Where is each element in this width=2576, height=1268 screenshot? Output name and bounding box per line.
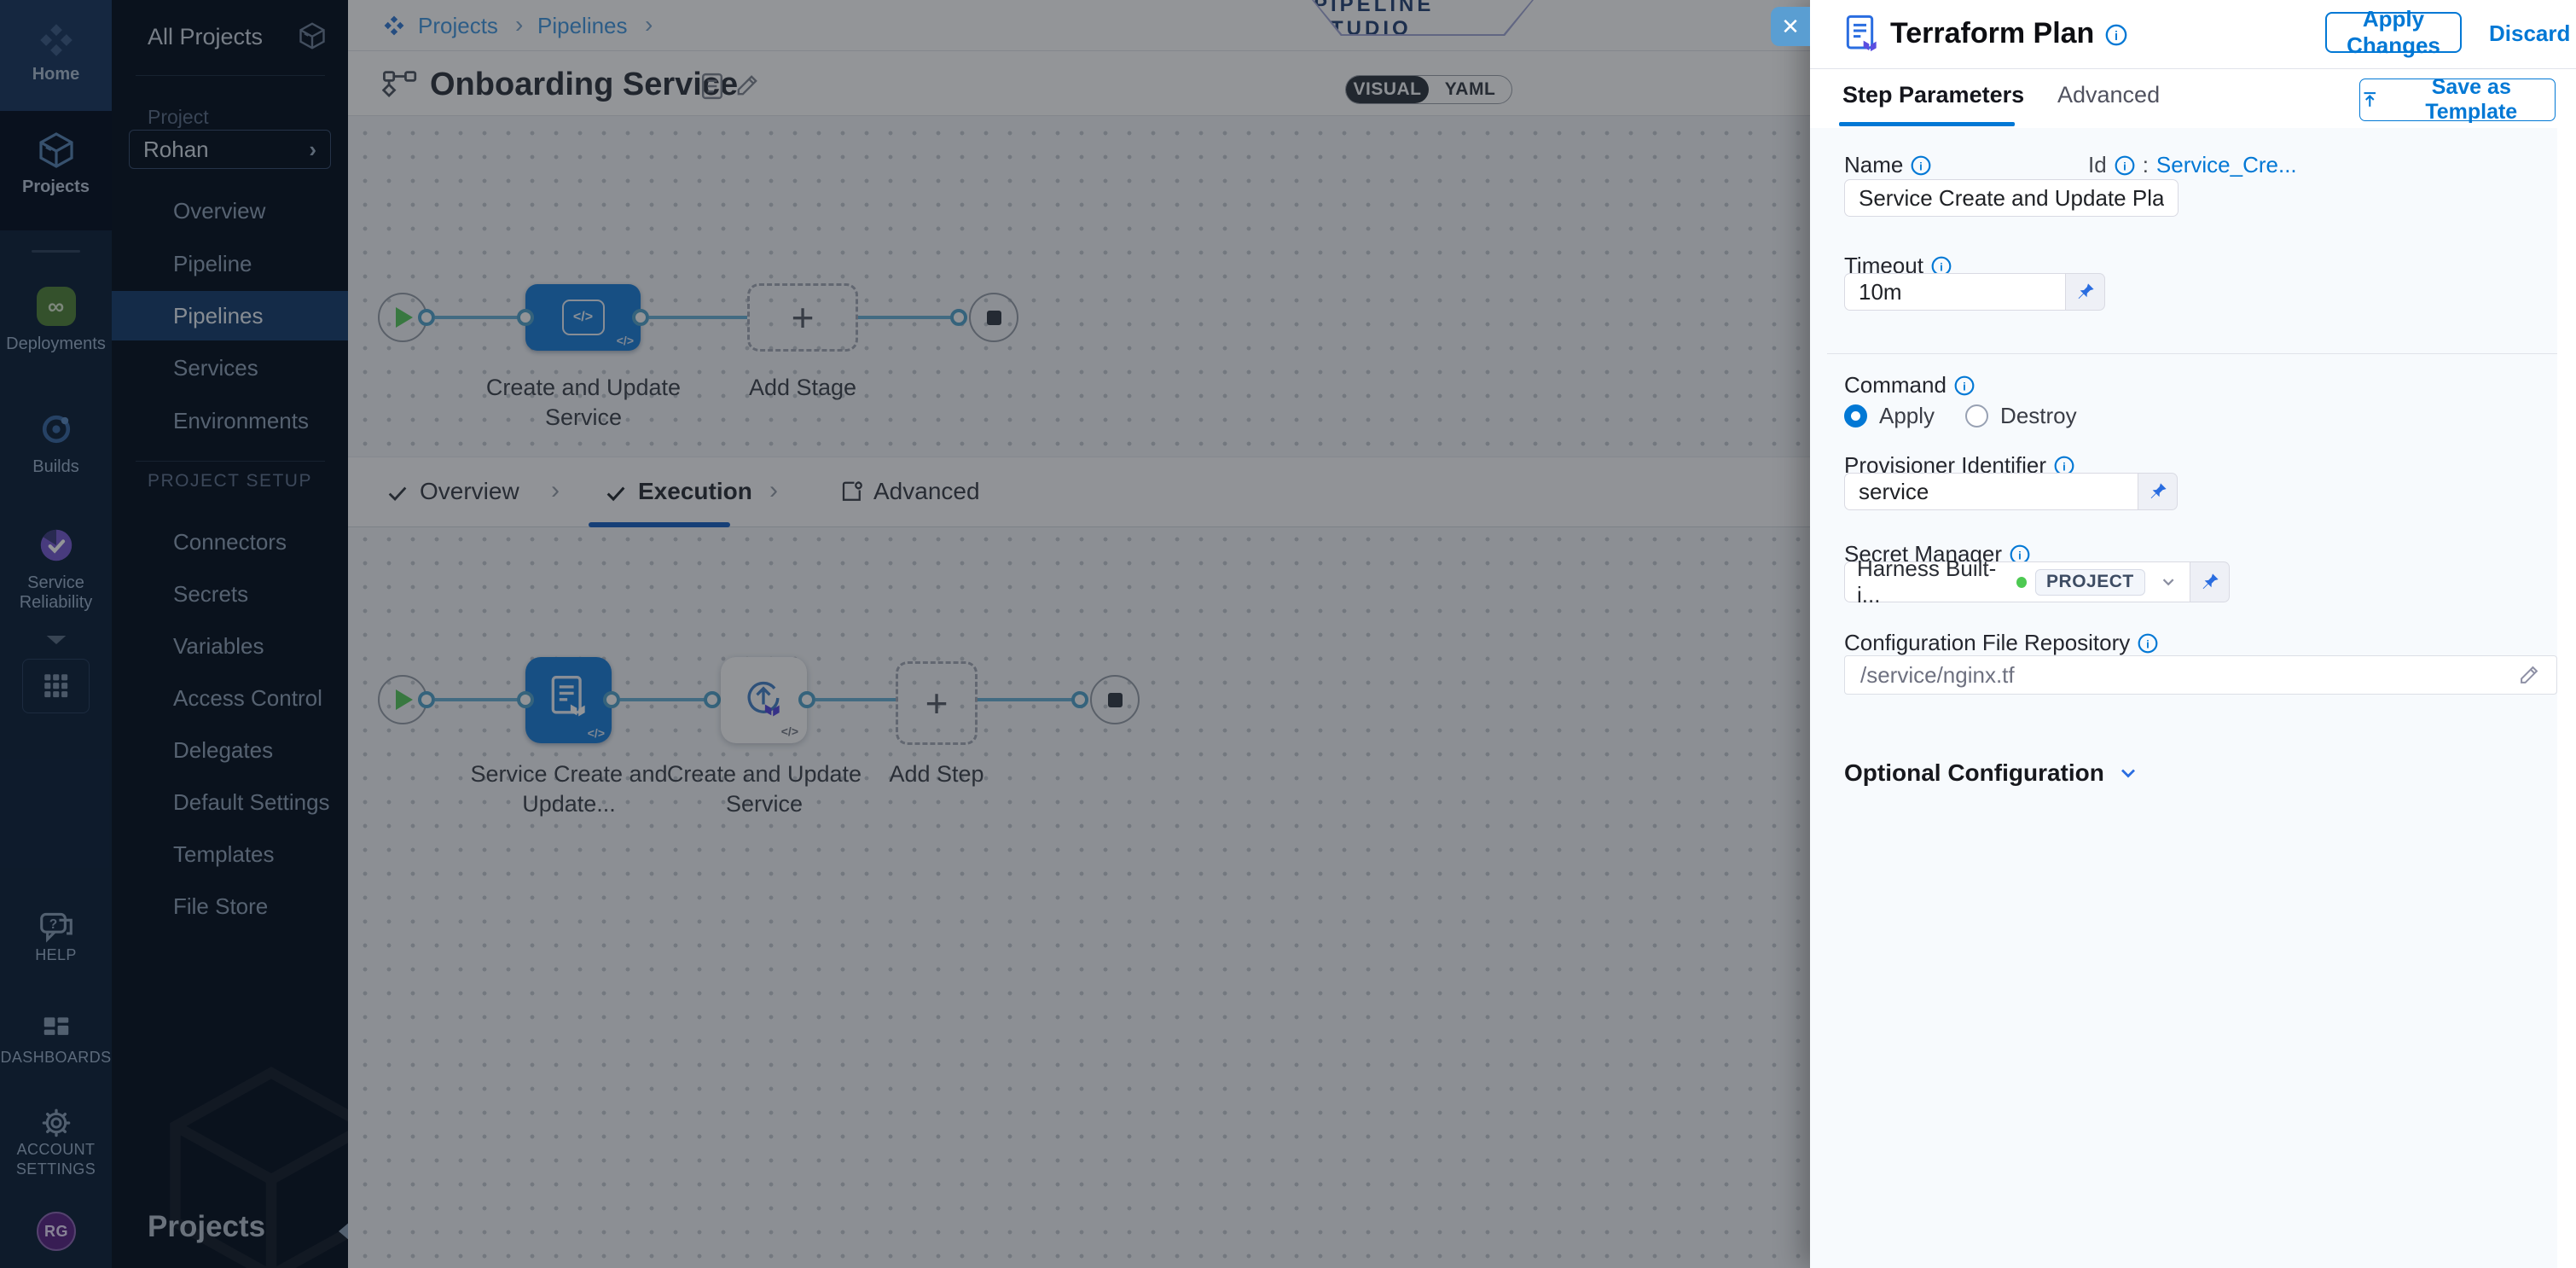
svg-text:i: i xyxy=(2115,30,2118,44)
upload-icon xyxy=(2360,90,2380,110)
svg-text:i: i xyxy=(1920,160,1923,172)
scroll-gutter[interactable] xyxy=(2557,128,2576,1268)
name-input[interactable] xyxy=(1844,179,2179,217)
svg-text:i: i xyxy=(2063,460,2066,473)
save-as-template-button[interactable]: Save as Template xyxy=(2359,79,2556,121)
active-tab-underline xyxy=(1839,122,2015,126)
step-id-value[interactable]: Service_Cre... xyxy=(2156,152,2297,178)
svg-text:i: i xyxy=(2018,549,2022,561)
optional-configuration-toggle[interactable]: Optional Configuration xyxy=(1844,759,2140,787)
secret-manager-select[interactable]: Harness Built-i... PROJECT xyxy=(1844,561,2190,602)
secret-manager-input-type-button[interactable] xyxy=(2190,561,2230,602)
provisioner-input-type-button[interactable] xyxy=(2138,473,2178,510)
timeout-input-type-button[interactable] xyxy=(2066,273,2105,311)
drawer-body: Name i Id i : Service_Cre... Timeout xyxy=(1810,128,2576,1268)
dropdown-chevron-icon xyxy=(2159,572,2178,592)
svg-text:i: i xyxy=(1940,260,1943,273)
apply-changes-button[interactable]: Apply Changes xyxy=(2325,12,2462,53)
discard-button[interactable]: Discard xyxy=(2489,20,2570,47)
step-id: Id i : Service_Cre... xyxy=(2088,152,2297,178)
config-file-path: /service/nginx.tf xyxy=(1860,662,2517,689)
info-icon[interactable]: i xyxy=(2115,155,2135,176)
harness-app: Home Projects ∞ Deployments Builds xyxy=(0,0,2576,1268)
name-label: Name i xyxy=(1844,152,1931,178)
drawer-divider xyxy=(1810,68,2576,69)
terraform-plan-icon xyxy=(1842,14,1882,56)
command-radio-group: Apply Destroy xyxy=(1844,403,2077,429)
close-icon: ✕ xyxy=(1781,14,1800,40)
drawer-backdrop[interactable] xyxy=(0,0,1810,1268)
step-config-drawer: ✕ Terraform Plan i Apply Changes Discard… xyxy=(1810,0,2576,1268)
pencil-icon[interactable] xyxy=(2517,663,2541,687)
tab-step-parameters[interactable]: Step Parameters xyxy=(1842,82,2024,108)
timeout-input[interactable] xyxy=(1844,273,2066,311)
connectivity-status-dot xyxy=(2016,577,2027,588)
pin-icon xyxy=(2075,282,2096,302)
info-icon[interactable]: i xyxy=(1911,155,1931,176)
command-label: Command i xyxy=(1844,372,1975,398)
scope-badge: PROJECT xyxy=(2035,569,2145,596)
radio-destroy-label[interactable]: Destroy xyxy=(2000,403,2077,429)
pin-icon xyxy=(2200,572,2220,592)
svg-text:i: i xyxy=(1963,380,1966,393)
config-file-repository-field[interactable]: /service/nginx.tf xyxy=(1844,655,2557,695)
info-icon[interactable]: i xyxy=(1954,375,1975,396)
provisioner-identifier-input[interactable] xyxy=(1844,473,2138,510)
pin-icon xyxy=(2148,481,2168,502)
tab-advanced[interactable]: Advanced xyxy=(2057,82,2160,108)
config-file-repository-label: Configuration File Repository i xyxy=(1844,630,2158,656)
close-drawer-button[interactable]: ✕ xyxy=(1771,7,1810,46)
chevron-down-icon xyxy=(2116,761,2140,785)
secret-manager-value: Harness Built-i... xyxy=(1857,555,2008,608)
radio-destroy[interactable] xyxy=(1965,404,1988,428)
radio-apply[interactable] xyxy=(1844,404,1867,428)
optional-configuration-label: Optional Configuration xyxy=(1844,759,2104,787)
info-icon[interactable]: i xyxy=(2138,633,2158,654)
info-icon[interactable]: i xyxy=(2105,24,2127,46)
drawer-title: Terraform Plan xyxy=(1890,17,2094,50)
svg-text:i: i xyxy=(2146,637,2150,650)
radio-apply-label[interactable]: Apply xyxy=(1879,403,1935,429)
svg-text:i: i xyxy=(2123,160,2126,172)
section-divider xyxy=(1827,353,2557,354)
